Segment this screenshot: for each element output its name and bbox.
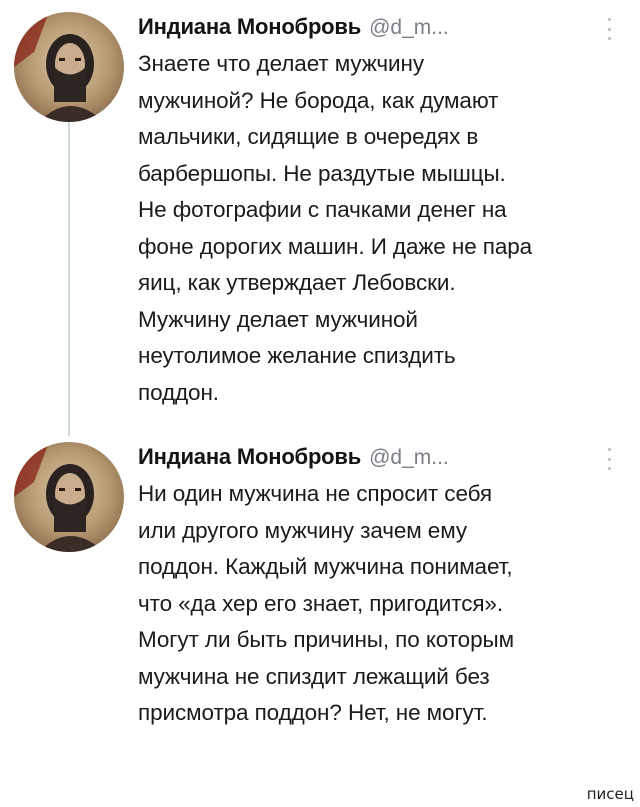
tweet-text-line: Могут ли быть причины, по которым	[138, 627, 514, 652]
tweet-text-line: Не фотографии с пачками денег на	[138, 197, 507, 222]
tweet-header: Индиана Монобровь @d_m...	[138, 14, 449, 44]
tweet-header: Индиана Монобровь @d_m...	[138, 444, 449, 474]
author-name[interactable]: Индиана Монобровь	[138, 14, 361, 40]
tweet-text-line: яиц, как утверждает Лебовски.	[138, 270, 456, 295]
tweet-1: Индиана Монобровь @d_m... Знаете что дел…	[0, 0, 640, 420]
tweet-text-line: барбершопы. Не раздутые мышцы.	[138, 160, 506, 186]
more-vertical-icon[interactable]	[606, 448, 612, 470]
author-handle[interactable]: @d_m...	[369, 16, 449, 40]
tweet-text: Ни один мужчина не спросит себя или друг…	[138, 476, 608, 732]
author-name[interactable]: Индиана Монобровь	[138, 444, 361, 470]
watermark: писец	[586, 785, 634, 803]
tweet-text-line: фоне дорогих машин. И даже не пара	[138, 233, 533, 259]
tweet-text: Знаете что делает мужчину мужчиной? Не б…	[138, 46, 608, 411]
tweet-text-line: что «да хер его знает, пригодится».	[138, 590, 503, 616]
tweet-text-line: неутолимое желание спиздить	[138, 343, 456, 368]
avatar[interactable]	[14, 442, 124, 552]
tweet-text-line: Мужчину делает мужчиной	[138, 306, 418, 332]
more-vertical-icon[interactable]	[606, 18, 612, 40]
tweet-text-line: мальчики, сидящие в очередях в	[138, 124, 479, 149]
author-handle[interactable]: @d_m...	[369, 446, 449, 470]
tweet-text-line: поддон. Каждый мужчина понимает,	[138, 554, 513, 579]
tweet-text-line: мужчиной? Не борода, как думают	[138, 87, 499, 113]
tweet-text-line: или другого мужчину зачем ему	[138, 517, 467, 543]
avatar[interactable]	[14, 12, 124, 122]
tweet-2: Индиана Монобровь @d_m... Ни один мужчин…	[0, 430, 640, 730]
tweet-text-line: мужчина не спиздит лежащий без	[138, 663, 490, 689]
tweet-text-line: Ни один мужчина не спросит себя	[138, 481, 492, 506]
tweet-text-line: Знаете что делает мужчину	[138, 51, 425, 76]
tweet-text-line: поддон.	[138, 379, 219, 405]
tweet-text-line: присмотра поддон? Нет, не могут.	[138, 700, 488, 725]
